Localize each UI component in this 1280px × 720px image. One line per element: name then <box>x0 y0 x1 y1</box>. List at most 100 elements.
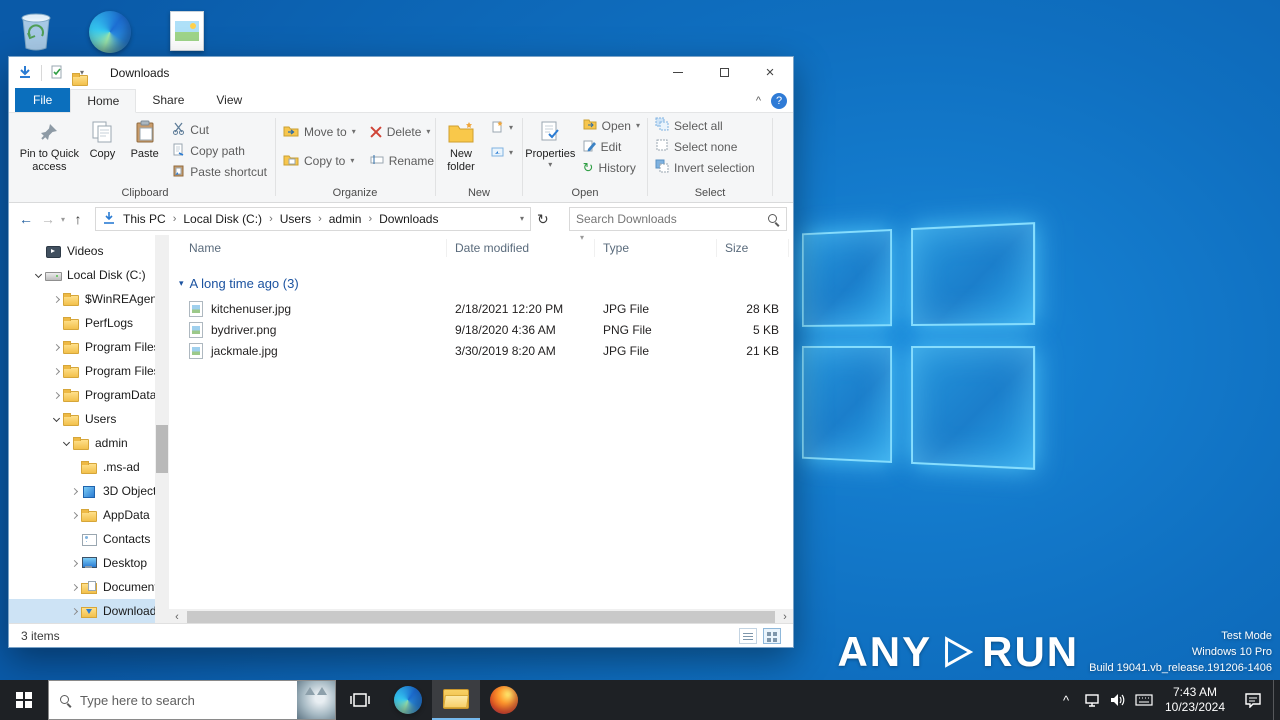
column-header-type[interactable]: Type <box>595 239 717 257</box>
search-box[interactable] <box>569 207 787 231</box>
collapse-icon[interactable] <box>61 442 71 445</box>
scrollbar-thumb[interactable] <box>156 425 168 473</box>
edit-button[interactable]: Edit <box>577 136 646 157</box>
forward-button[interactable]: → <box>37 211 59 227</box>
breadcrumb-users[interactable]: Users <box>277 212 314 226</box>
column-header-date-modified[interactable]: Date modified▾ <box>447 239 595 257</box>
tab-share[interactable]: Share <box>136 88 200 112</box>
up-button[interactable]: ↑ <box>67 211 89 227</box>
scroll-right-icon[interactable]: › <box>777 611 793 623</box>
minimize-ribbon-icon[interactable]: ^ <box>756 95 761 107</box>
properties-quick-icon[interactable] <box>50 65 64 82</box>
sidebar-item-videos[interactable]: Videos <box>9 239 155 263</box>
volume-button[interactable] <box>1105 680 1131 720</box>
cut-button[interactable]: Cut <box>166 119 273 140</box>
tab-file[interactable]: File <box>15 88 70 112</box>
sidebar-item-3d-objects[interactable]: 3D Objects <box>9 479 155 503</box>
easy-access-button[interactable]: ▾ <box>485 142 519 163</box>
sidebar-item-winreagent[interactable]: $WinREAgent <box>9 287 155 311</box>
paste-shortcut-button[interactable]: Paste shortcut <box>166 161 273 182</box>
image-file-desktop-icon[interactable] <box>166 8 208 54</box>
search-input[interactable] <box>576 212 767 226</box>
sidebar-item-appdata[interactable]: AppData <box>9 503 155 527</box>
expand-icon[interactable] <box>69 585 79 590</box>
sidebar-item-program-files[interactable]: Program Files <box>9 335 155 359</box>
move-to-button[interactable]: Move to ▾ <box>277 121 362 142</box>
breadcrumb[interactable]: This PC › Local Disk (C:) › Users › admi… <box>95 207 531 231</box>
expand-icon[interactable] <box>51 345 61 350</box>
sidebar-item-desktop[interactable]: Desktop <box>9 551 155 575</box>
file-row-jackmale[interactable]: jackmale.jpg 3/30/2019 8:20 AM JPG File … <box>169 340 785 361</box>
copy-to-button[interactable]: Copy to ▾ <box>277 150 362 171</box>
breadcrumb-this-pc[interactable]: This PC <box>120 212 169 226</box>
breadcrumb-local-disk-c[interactable]: Local Disk (C:) <box>180 212 265 226</box>
back-button[interactable]: ← <box>15 211 37 227</box>
group-header-a-long-time-ago[interactable]: ▾ A long time ago (3) <box>179 271 299 295</box>
recycle-bin-icon[interactable] <box>12 4 60 54</box>
taskbar-firefox-button[interactable] <box>480 680 528 720</box>
invert-selection-button[interactable]: Invert selection <box>649 157 761 178</box>
large-icons-view-button[interactable] <box>763 628 781 644</box>
pin-to-quick-access-button[interactable]: Pin to Quick access <box>17 113 82 174</box>
search-icon[interactable] <box>767 213 780 226</box>
collapse-icon[interactable] <box>51 418 61 421</box>
sidebar-item-users[interactable]: Users <box>9 407 155 431</box>
sidebar-item-admin[interactable]: admin <box>9 431 155 455</box>
new-item-button[interactable]: ▾ <box>485 117 519 138</box>
rename-button[interactable]: Rename <box>364 150 440 171</box>
maximize-button[interactable] <box>701 57 747 88</box>
sidebar-item-ms-ad[interactable]: .ms-ad <box>9 455 155 479</box>
open-button[interactable]: Open ▾ <box>577 115 646 136</box>
collapse-icon[interactable] <box>33 274 43 277</box>
details-view-button[interactable] <box>739 628 757 644</box>
help-icon[interactable]: ? <box>771 93 787 109</box>
start-button[interactable] <box>0 680 48 720</box>
taskbar-search[interactable] <box>48 680 336 720</box>
history-button[interactable]: ↻ History <box>577 157 646 178</box>
breadcrumb-downloads[interactable]: Downloads <box>376 212 441 226</box>
breadcrumb-admin[interactable]: admin <box>326 212 365 226</box>
tab-view[interactable]: View <box>200 88 258 112</box>
close-button[interactable]: × <box>747 57 793 88</box>
copy-button[interactable]: Copy <box>82 113 123 161</box>
column-header-name[interactable]: Name <box>169 239 447 257</box>
touch-keyboard-button[interactable] <box>1131 680 1157 720</box>
recent-locations-chevron-icon[interactable]: ▾ <box>61 215 65 224</box>
show-desktop-button[interactable] <box>1273 680 1280 720</box>
sidebar-scrollbar[interactable] <box>155 235 169 625</box>
sidebar-item-documents[interactable]: Documents <box>9 575 155 599</box>
delete-button[interactable]: Delete ▾ <box>364 121 440 142</box>
sidebar-item-program-files-x86[interactable]: Program Files (x86) <box>9 359 155 383</box>
copy-path-button[interactable]: Copy path <box>166 140 273 161</box>
taskbar-clock[interactable]: 7:43 AM 10/23/2024 <box>1157 685 1233 715</box>
scroll-left-icon[interactable]: ‹ <box>169 611 185 623</box>
select-all-button[interactable]: Select all <box>649 115 761 136</box>
filter-chevron-icon[interactable]: ▾ <box>580 233 584 242</box>
edge-desktop-icon[interactable] <box>86 8 134 56</box>
expand-icon[interactable] <box>69 561 79 566</box>
file-row-kitchenuser[interactable]: kitchenuser.jpg 2/18/2021 12:20 PM JPG F… <box>169 298 785 319</box>
search-highlight-image[interactable] <box>297 681 335 719</box>
sidebar-item-perflogs[interactable]: PerfLogs <box>9 311 155 335</box>
sidebar-item-local-disk-c[interactable]: Local Disk (C:) <box>9 263 155 287</box>
network-button[interactable] <box>1079 680 1105 720</box>
expand-icon[interactable] <box>51 297 61 302</box>
hidden-icons-button[interactable]: ^ <box>1053 680 1079 720</box>
properties-button[interactable]: Properties ▾ <box>524 113 577 169</box>
file-row-bydriver[interactable]: bydriver.png 9/18/2020 4:36 AM PNG File … <box>169 319 785 340</box>
expand-icon[interactable] <box>51 393 61 398</box>
sidebar-item-contacts[interactable]: Contacts <box>9 527 155 551</box>
address-dropdown-icon[interactable]: ▾ <box>520 215 524 223</box>
taskbar-edge-button[interactable] <box>384 680 432 720</box>
expand-icon[interactable] <box>69 609 79 614</box>
paste-button[interactable]: Paste <box>123 113 166 161</box>
expand-icon[interactable] <box>69 513 79 518</box>
refresh-icon[interactable]: ↻ <box>537 211 549 228</box>
group-collapse-icon[interactable]: ▾ <box>179 278 184 289</box>
minimize-button[interactable] <box>655 57 701 88</box>
action-center-button[interactable] <box>1233 680 1273 720</box>
tab-home[interactable]: Home <box>70 89 136 113</box>
taskbar-file-explorer-button[interactable] <box>432 680 480 720</box>
column-header-size[interactable]: Size <box>717 239 789 257</box>
expand-icon[interactable] <box>51 369 61 374</box>
